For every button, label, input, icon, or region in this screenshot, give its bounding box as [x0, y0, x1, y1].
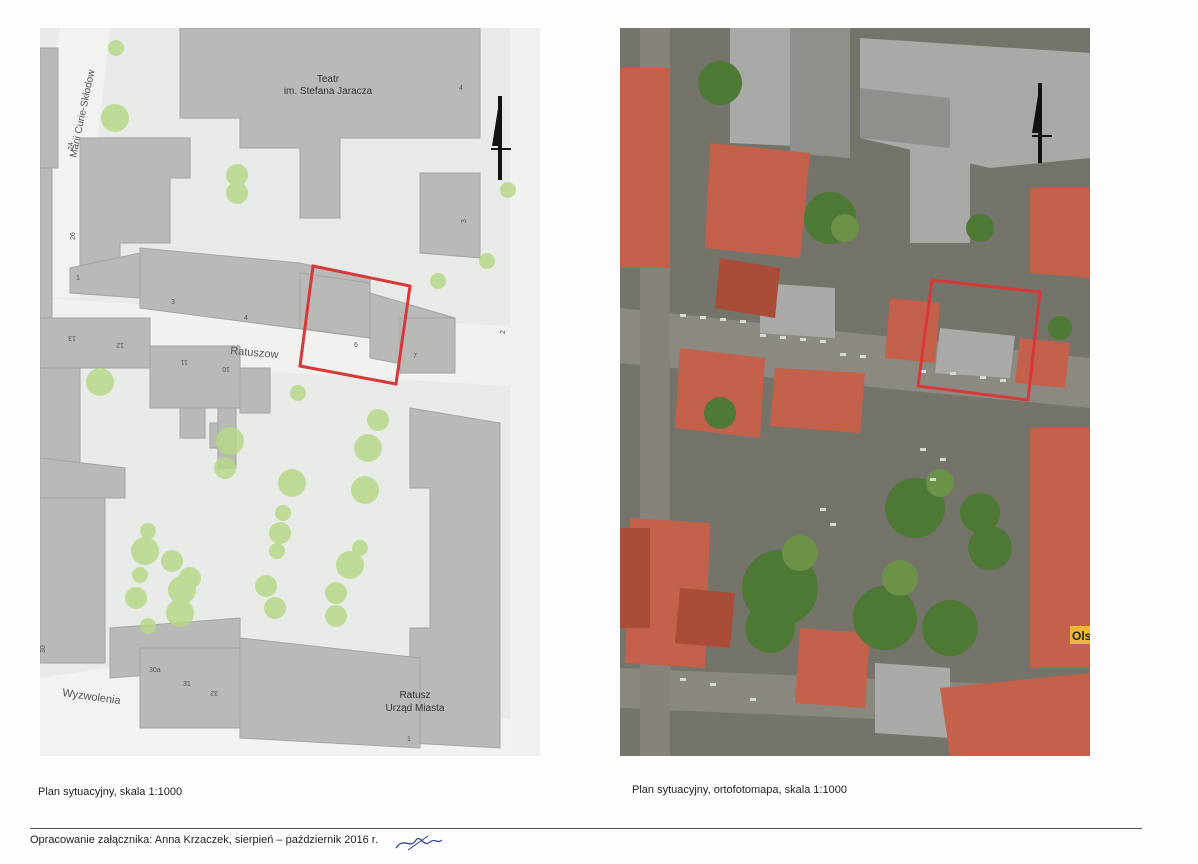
house-number: 10 — [222, 365, 230, 372]
map-drawing: Teatr im. Stefana Jaracza Marii Curie-Sk… — [40, 28, 540, 756]
house-number: 26 — [70, 232, 77, 240]
map-caption: Plan sytuacyjny, skala 1:1000 — [38, 786, 183, 798]
footer-credit: Opracowanie załącznika: Anna Krzaczek, s… — [30, 834, 378, 846]
house-number: 7 — [413, 353, 417, 360]
orthophoto-map: Ols — [620, 28, 1090, 756]
house-number: 30a — [149, 667, 161, 674]
house-number: 1 — [407, 736, 411, 743]
house-number: 13 — [68, 334, 76, 341]
house-number: 4 — [459, 85, 463, 92]
house-number: 3 — [171, 299, 175, 306]
house-number: 4 — [244, 315, 248, 322]
situational-map: Teatr im. Stefana Jaracza Marii Curie-Sk… — [40, 28, 540, 756]
house-number: 32 — [210, 689, 218, 696]
footer-divider — [30, 828, 1142, 829]
house-number: 30 — [40, 645, 47, 653]
theatre-label: im. Stefana Jaracza — [284, 86, 373, 97]
townhall-label: Ratusz — [399, 690, 430, 701]
house-number: 12 — [116, 341, 124, 348]
theatre-label: Teatr — [317, 74, 340, 85]
house-number: 31 — [183, 681, 191, 688]
house-number: 3 — [461, 219, 468, 223]
house-number: 1 — [76, 275, 80, 282]
orthophoto-drawing: Ols — [620, 28, 1090, 756]
orthophoto-caption: Plan sytuacyjny, ortofotomapa, skala 1:1… — [632, 784, 848, 796]
house-number: 6 — [354, 342, 358, 349]
street-label: Ols — [1072, 629, 1090, 643]
townhall-label: Urząd Miasta — [386, 703, 445, 714]
house-number: 2 — [500, 330, 507, 334]
house-number: 11 — [181, 358, 188, 365]
house-number: 24 — [68, 142, 75, 150]
signature-icon — [395, 835, 443, 851]
